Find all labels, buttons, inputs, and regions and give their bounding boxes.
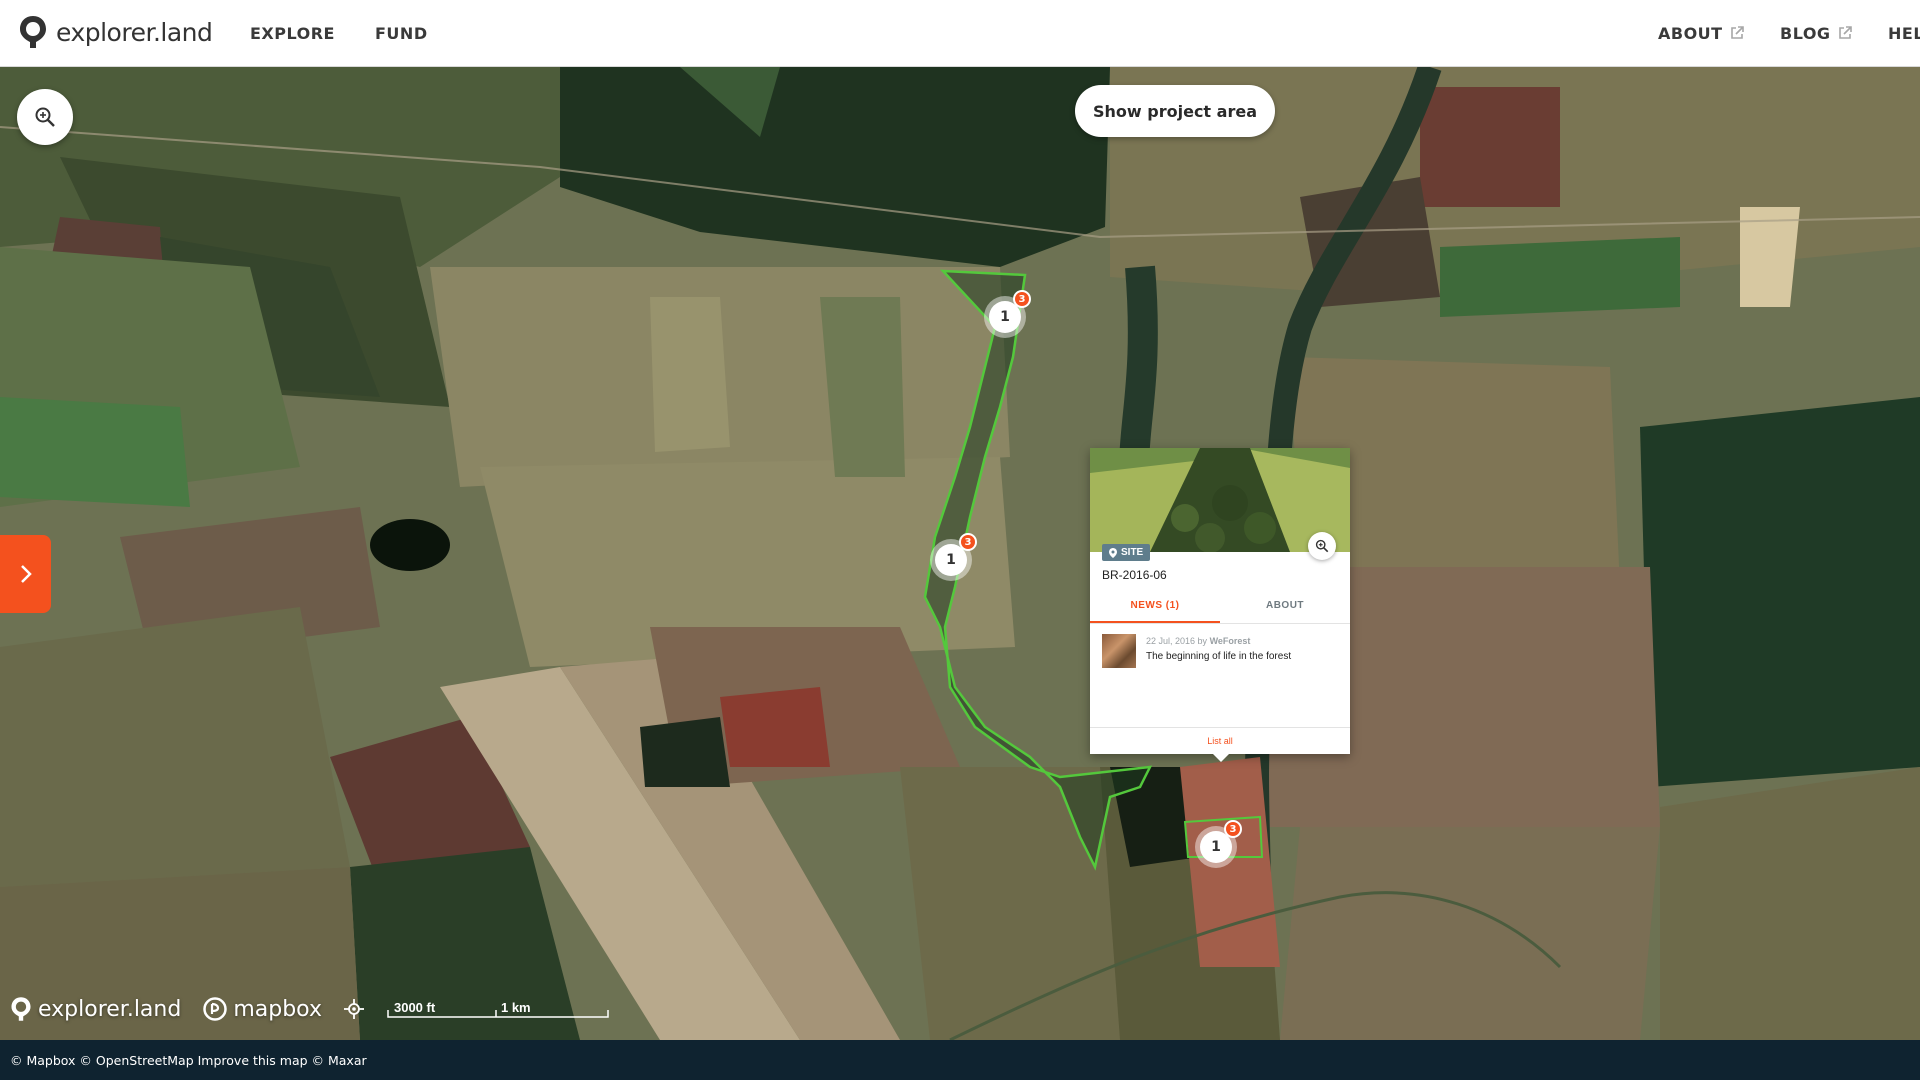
scale-lines bbox=[387, 1010, 609, 1018]
locate-me-icon[interactable] bbox=[343, 999, 364, 1019]
show-project-area-button[interactable]: Show project area bbox=[1075, 85, 1275, 137]
chevron-right-icon bbox=[20, 565, 32, 583]
mapbox-logo[interactable]: mapbox bbox=[203, 997, 322, 1022]
external-link-icon bbox=[1730, 26, 1744, 39]
attribution-bar: © Mapbox © OpenStreetMap Improve this ma… bbox=[0, 1040, 1920, 1080]
tab-about[interactable]: ABOUT bbox=[1220, 593, 1350, 623]
nav-blog[interactable]: BLOG bbox=[1780, 24, 1852, 43]
explorer-land-watermark[interactable]: explorer.land bbox=[10, 995, 181, 1023]
popup-zoom-button[interactable] bbox=[1308, 532, 1336, 560]
news-title: The beginning of life in the forest bbox=[1146, 651, 1292, 662]
footer-brand-text: explorer.land bbox=[38, 996, 182, 1022]
explorer-land-logo[interactable]: explorer.land bbox=[18, 14, 213, 50]
zoom-search-icon bbox=[35, 107, 55, 127]
satellite-map[interactable]: Show project area 1 3 1 3 1 3 SITE BR-20… bbox=[0, 67, 1920, 1040]
news-text: 22 Jul, 2016 by WeForest The beginning o… bbox=[1146, 634, 1291, 672]
news-thumbnail bbox=[1102, 634, 1136, 668]
top-nav-bar: explorer.land EXPLORE FUND ABOUT BLOG HE… bbox=[0, 0, 1920, 67]
external-link-icon bbox=[1838, 26, 1852, 39]
mapbox-icon bbox=[203, 997, 228, 1021]
logo-text: explorer.land bbox=[56, 17, 213, 47]
zoom-to-project-button[interactable] bbox=[17, 89, 73, 145]
list-all-link[interactable]: List all bbox=[1090, 727, 1350, 754]
popup-pointer bbox=[1213, 754, 1229, 762]
news-item[interactable]: 22 Jul, 2016 by WeForest The beginning o… bbox=[1102, 634, 1338, 672]
nav-blog-label: BLOG bbox=[1780, 24, 1831, 43]
pin-logo-icon bbox=[11, 997, 31, 1021]
marker-badge: 3 bbox=[1224, 820, 1242, 838]
marker-badge: 3 bbox=[959, 533, 977, 551]
site-marker[interactable]: 1 3 bbox=[930, 533, 977, 581]
tab-news[interactable]: NEWS (1) bbox=[1090, 593, 1220, 623]
pin-logo-icon bbox=[20, 16, 46, 48]
nav-about-label: ABOUT bbox=[1658, 24, 1723, 43]
marker-badge: 3 bbox=[1013, 290, 1031, 308]
site-popup-card: SITE BR-2016-06 NEWS (1) ABOUT 22 Jul, 2… bbox=[1090, 448, 1350, 754]
zoom-search-icon bbox=[1315, 539, 1329, 553]
news-author: WeForest bbox=[1209, 636, 1251, 646]
nav-fund[interactable]: FUND bbox=[375, 24, 428, 43]
news-meta: 22 Jul, 2016 by WeForest bbox=[1146, 636, 1291, 646]
news-date: 22 Jul, 2016 by bbox=[1146, 636, 1208, 646]
site-name: BR-2016-06 bbox=[1102, 568, 1167, 582]
map-scale-bar: 3000 ft 1 km bbox=[386, 998, 611, 1020]
site-marker[interactable]: 1 3 bbox=[1195, 820, 1242, 868]
site-tag-label: SITE bbox=[1121, 547, 1144, 558]
pin-icon bbox=[1109, 547, 1117, 558]
site-type-tag: SITE bbox=[1102, 544, 1151, 561]
sidebar-toggle-button[interactable] bbox=[0, 535, 51, 613]
nav-help[interactable]: HEL bbox=[1888, 24, 1920, 43]
site-marker[interactable]: 1 3 bbox=[984, 290, 1031, 338]
mapbox-text: mapbox bbox=[233, 996, 322, 1022]
nav-about[interactable]: ABOUT bbox=[1658, 24, 1744, 43]
nav-explore[interactable]: EXPLORE bbox=[250, 24, 335, 43]
map-attribution[interactable]: © Mapbox © OpenStreetMap Improve this ma… bbox=[10, 1053, 367, 1068]
map-footer: explorer.land mapbox 3000 ft 1 km bbox=[10, 995, 611, 1023]
popup-tabs: NEWS (1) ABOUT bbox=[1090, 593, 1350, 624]
